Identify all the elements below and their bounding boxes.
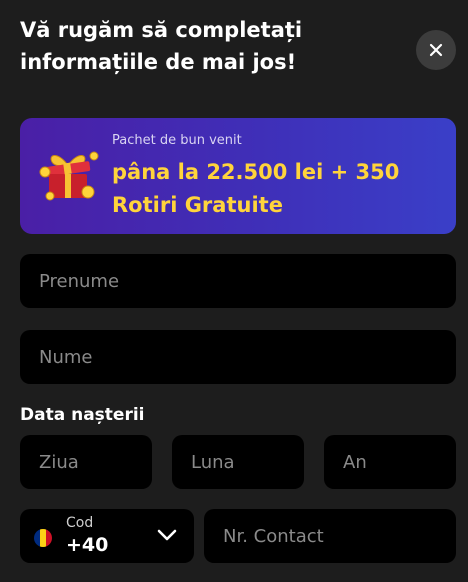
close-button[interactable] bbox=[416, 30, 456, 70]
romania-flag-icon bbox=[34, 529, 52, 547]
last-name-input[interactable] bbox=[20, 330, 456, 384]
phone-number-input[interactable] bbox=[204, 509, 456, 563]
birth-day-input[interactable] bbox=[20, 435, 152, 489]
country-code-select[interactable]: Cod +40 bbox=[20, 509, 194, 563]
chevron-down-icon bbox=[157, 529, 177, 541]
birth-date-label: Data nașterii bbox=[20, 405, 145, 425]
country-code-label: Cod bbox=[66, 515, 94, 531]
welcome-bonus-banner: Pachet de bun venit pâna la 22.500 lei +… bbox=[20, 118, 456, 234]
modal-title: Vă rugăm să completați informațiile de m… bbox=[20, 18, 303, 74]
country-code-value: +40 bbox=[66, 534, 109, 556]
close-icon bbox=[429, 43, 443, 57]
birth-year-input[interactable] bbox=[324, 435, 456, 489]
first-name-input[interactable] bbox=[20, 254, 456, 308]
banner-headline: pâna la 22.500 lei + 350 Rotiri Gratuite bbox=[112, 160, 400, 217]
banner-kicker: Pachet de bun venit bbox=[112, 133, 242, 148]
gift-box-icon bbox=[39, 151, 99, 201]
registration-modal: Vă rugăm să completați informațiile de m… bbox=[0, 0, 468, 582]
birth-month-input[interactable] bbox=[172, 435, 304, 489]
